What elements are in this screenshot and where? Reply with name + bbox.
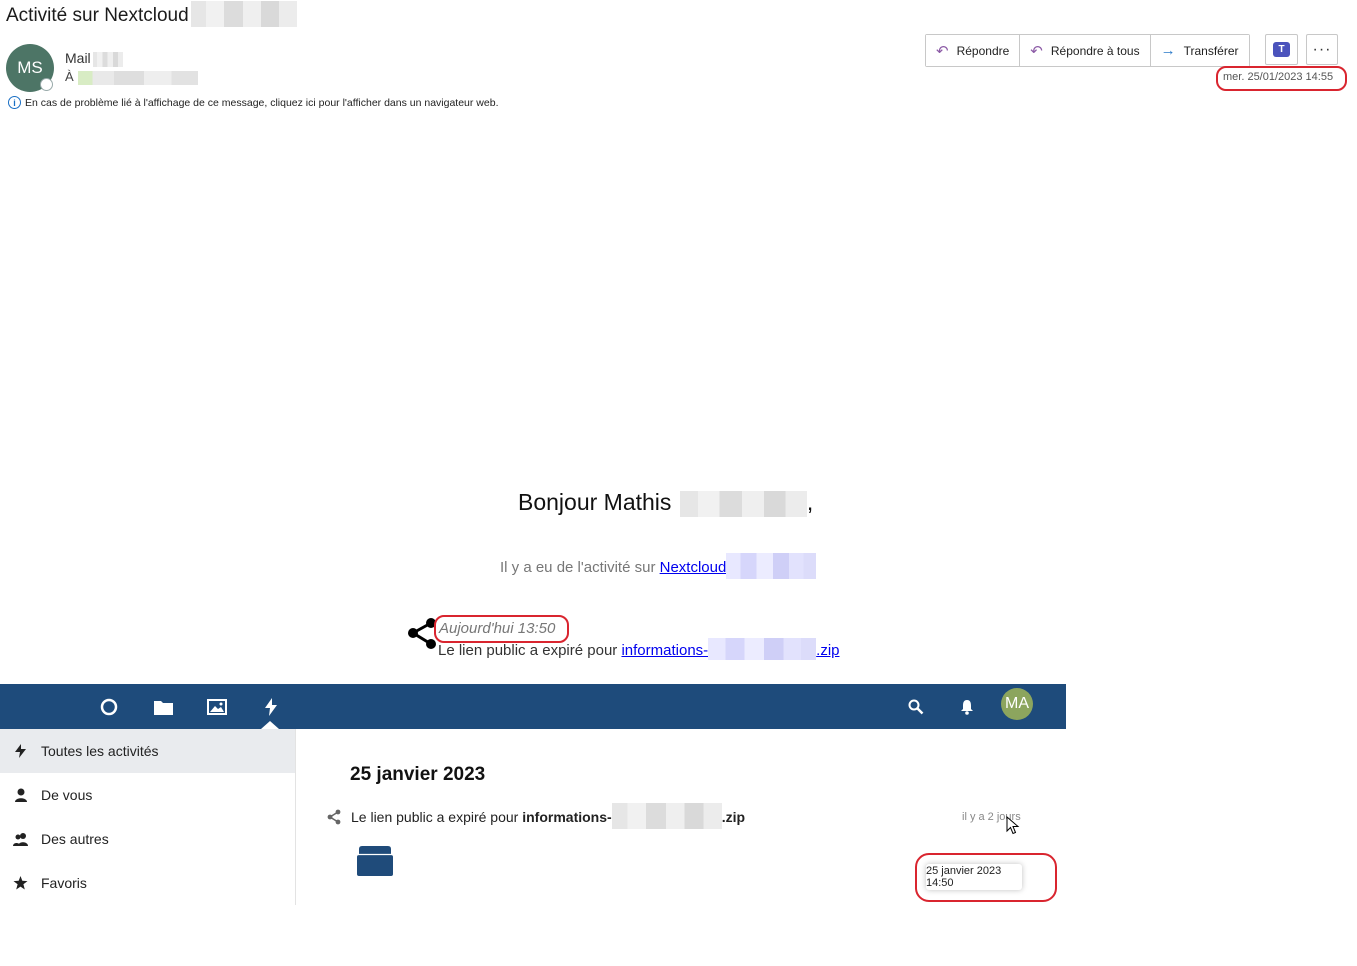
archive-icon[interactable]: [356, 845, 394, 877]
reply-all-button[interactable]: ↶ Répondre à tous: [1020, 35, 1151, 66]
mail-subject: Activité sur Nextcloud: [6, 1, 297, 27]
sidebar-item-favorites[interactable]: Favoris: [0, 861, 295, 905]
photos-icon[interactable]: [202, 684, 232, 729]
redacted-block: [679, 490, 807, 517]
info-bar[interactable]: i En cas de problème lié à l'affichage d…: [8, 96, 498, 109]
file-link[interactable]: informations- .zip: [621, 638, 840, 661]
highlight-ring: [1216, 66, 1347, 91]
redacted-block: [611, 803, 722, 829]
more-actions-button[interactable]: ···: [1306, 34, 1338, 65]
user-icon: [0, 788, 41, 802]
redacted-block: [190, 1, 297, 27]
files-icon[interactable]: [148, 684, 178, 729]
search-icon[interactable]: [902, 684, 930, 729]
presence-icon: [40, 78, 53, 91]
activity-entry: Le lien public a expiré pour information…: [351, 803, 745, 829]
sender-name[interactable]: Mail: [65, 50, 123, 67]
teams-button[interactable]: T: [1265, 34, 1298, 65]
highlight-ring: [434, 615, 569, 643]
mouse-cursor-icon: [1006, 816, 1020, 835]
nextcloud-header: [0, 684, 1066, 729]
dashboard-icon[interactable]: [94, 684, 124, 729]
recipient-line: À: [65, 69, 198, 85]
user-avatar[interactable]: MA: [1001, 688, 1033, 720]
notifications-icon[interactable]: [953, 684, 981, 729]
active-nav-indicator: [261, 721, 279, 729]
activity-line: Il y a eu de l'activité sur Nextcloud: [500, 553, 817, 579]
activity-sidebar: Toutes les activités De vous Des autres …: [0, 729, 296, 905]
forward-button[interactable]: → Transférer: [1150, 35, 1249, 66]
info-text: En cas de problème lié à l'affichage de …: [25, 96, 499, 109]
redacted-block: [708, 638, 817, 661]
sidebar-item-by-others[interactable]: Des autres: [0, 817, 295, 861]
reply-icon: ↶: [936, 42, 949, 60]
redacted-block: [726, 553, 817, 579]
sidebar-item-by-you[interactable]: De vous: [0, 773, 295, 817]
day-heading: 25 janvier 2023: [350, 764, 486, 785]
entry-text: Le lien public a expiré pour information…: [438, 638, 840, 661]
star-icon: [0, 876, 41, 890]
reply-all-icon: ↶: [1030, 42, 1043, 60]
mail-actions: ↶ Répondre ↶ Répondre à tous → Transfére…: [925, 34, 1250, 67]
nextcloud-link[interactable]: Nextcloud: [660, 559, 727, 576]
greeting: Bonjour Mathis ,: [518, 489, 814, 517]
info-icon: i: [8, 96, 21, 109]
sidebar-item-all-activities[interactable]: Toutes les activités: [0, 729, 295, 773]
more-icon: ···: [1312, 40, 1332, 58]
reply-button[interactable]: ↶ Répondre: [926, 35, 1021, 66]
forward-icon: →: [1160, 42, 1176, 59]
teams-icon: T: [1273, 42, 1290, 57]
lightning-icon: [0, 744, 41, 758]
redacted-block: [92, 51, 123, 67]
file-name[interactable]: informations- .zip: [522, 803, 745, 829]
redacted-block: [77, 70, 198, 85]
users-icon: [0, 832, 41, 846]
highlight-ring: [915, 853, 1057, 902]
share-icon: [327, 809, 341, 825]
